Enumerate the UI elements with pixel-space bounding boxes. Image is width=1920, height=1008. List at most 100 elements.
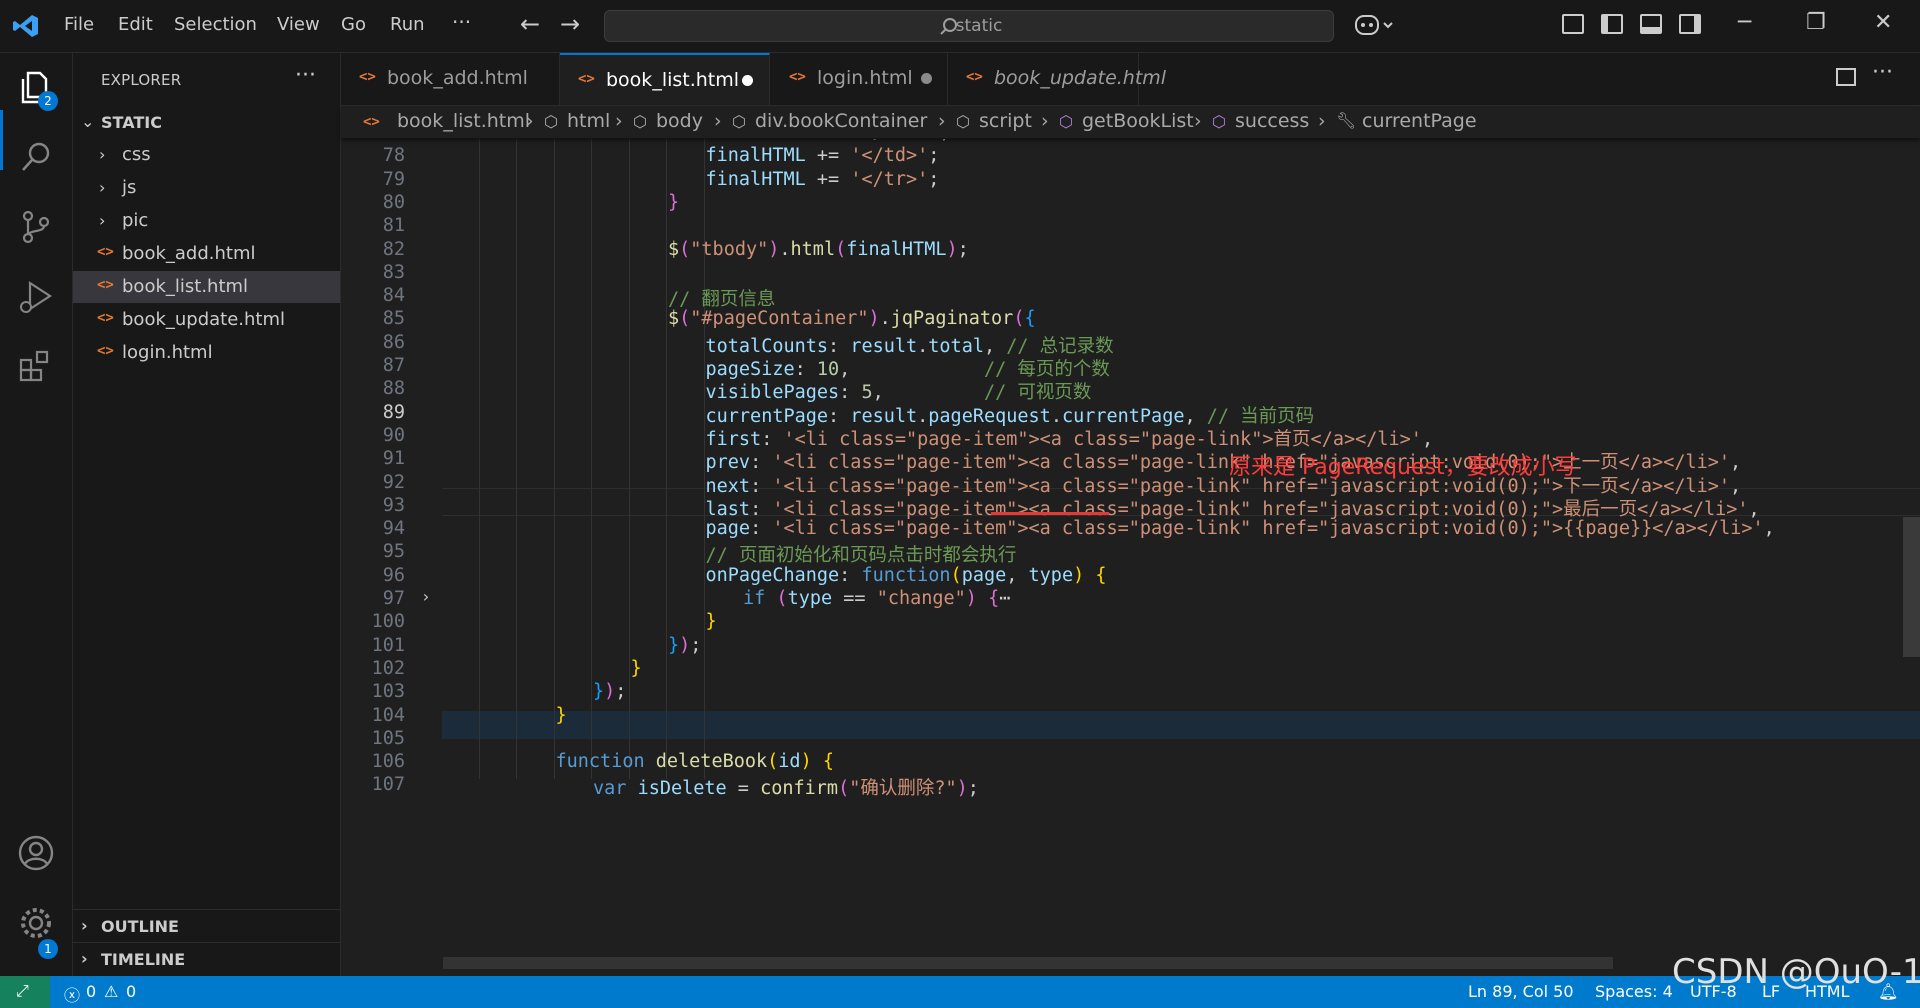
breadcrumb-item[interactable]: html xyxy=(567,110,610,132)
tree-item-label: js xyxy=(122,177,137,198)
annotation-underline xyxy=(991,512,1109,515)
code-text: var isDelete = confirm("确认删除?"); xyxy=(593,774,979,800)
tab-label: book_add.html xyxy=(387,67,528,89)
command-center-search[interactable]: static xyxy=(604,10,1334,42)
chevron-right-icon: › xyxy=(99,145,106,164)
breadcrumb-item[interactable]: getBookList xyxy=(1082,110,1194,132)
tab-book-add[interactable]: <> book_add.html xyxy=(341,53,560,105)
tree-item-label: login.html xyxy=(122,342,213,363)
menu-file[interactable]: File xyxy=(64,14,94,35)
code-token: } xyxy=(705,611,717,633)
tree-item-login[interactable]: <> login.html xyxy=(73,337,340,369)
line-number: 82 xyxy=(382,238,405,260)
menu-more-icon[interactable]: ··· xyxy=(452,10,471,34)
line-number: 100 xyxy=(371,611,405,633)
menu-selection[interactable]: Selection xyxy=(174,14,257,35)
tree-item-label: book_update.html xyxy=(122,309,286,330)
horizontal-scrollbar[interactable] xyxy=(443,957,1613,969)
explorer-more-icon[interactable]: ··· xyxy=(295,63,316,88)
error-count[interactable]: 0 xyxy=(86,982,96,1001)
tree-item-book-add[interactable]: <> book_add.html xyxy=(73,238,340,270)
toggle-secondary-sidebar-icon[interactable] xyxy=(1679,14,1701,34)
fold-chevron-icon[interactable]: › xyxy=(421,587,431,606)
gear-icon[interactable] xyxy=(16,903,56,943)
editor-more-icon[interactable]: ··· xyxy=(1872,60,1893,85)
line-number: 83 xyxy=(382,261,405,283)
code-token: ) xyxy=(965,588,977,609)
warning-count[interactable]: 0 xyxy=(126,982,136,1001)
customize-layout-icon[interactable] xyxy=(1562,14,1584,34)
toggle-panel-icon[interactable] xyxy=(1640,14,1662,34)
copilot-icon[interactable] xyxy=(1354,13,1396,39)
line-number: 101 xyxy=(371,634,405,656)
breadcrumb-item[interactable]: book_list.html xyxy=(397,110,530,132)
chevron-right-icon: › xyxy=(81,916,88,935)
code-token: { xyxy=(1024,308,1036,330)
unsaved-dot-icon[interactable] xyxy=(921,73,932,84)
wrench-icon: 🔧︎ xyxy=(1336,111,1357,130)
code-token: { xyxy=(988,588,1000,609)
tree-item-label: pic xyxy=(122,210,149,231)
tab-book-update[interactable]: <> book_update.html xyxy=(948,53,1166,105)
html-file-icon: <> xyxy=(578,71,595,87)
code-token: finalHTML xyxy=(846,238,947,260)
code-token: ) xyxy=(604,681,616,703)
tree-item-book-list[interactable]: <> book_list.html xyxy=(73,271,340,303)
code-token: ) xyxy=(868,308,880,330)
menu-go[interactable]: Go xyxy=(341,14,366,35)
tree-item-label: book_add.html xyxy=(122,243,256,264)
source-control-icon[interactable] xyxy=(16,207,56,247)
menu-view[interactable]: View xyxy=(277,14,320,35)
unsaved-dot-icon[interactable] xyxy=(742,75,753,86)
folder-label: STATIC xyxy=(101,113,162,132)
breadcrumb-item[interactable]: currentPage xyxy=(1362,110,1477,132)
cursor-position[interactable]: Ln 89, Col 50 xyxy=(1468,982,1574,1001)
restore-icon[interactable]: ❐ xyxy=(1806,10,1826,35)
menu-edit[interactable]: Edit xyxy=(118,14,153,35)
code-token: == xyxy=(832,588,877,609)
html-file-icon: <> xyxy=(97,277,114,293)
line-number: 91 xyxy=(382,448,405,470)
vertical-scrollbar[interactable] xyxy=(1903,517,1920,657)
breadcrumb-item[interactable]: script xyxy=(979,110,1032,132)
close-icon[interactable]: ✕ xyxy=(1874,10,1892,35)
tree-item-css[interactable]: › css xyxy=(73,139,340,171)
run-debug-icon[interactable] xyxy=(16,277,56,317)
extensions-icon[interactable] xyxy=(16,347,56,387)
accounts-icon[interactable] xyxy=(16,833,56,873)
outline-section[interactable]: › OUTLINE xyxy=(73,909,340,942)
remote-indicator[interactable]: ⤢ xyxy=(0,976,50,1008)
code-text: } xyxy=(631,658,642,679)
code-token: ⋯ xyxy=(999,588,1011,609)
breadcrumb-item[interactable]: success xyxy=(1235,110,1309,132)
minimize-icon[interactable]: ─ xyxy=(1738,10,1751,35)
code-token: page xyxy=(705,518,751,540)
breadcrumb-item[interactable]: body xyxy=(656,110,703,132)
tree-item-js[interactable]: › js xyxy=(73,172,340,204)
tree-item-book-update[interactable]: <> book_update.html xyxy=(73,304,340,336)
code-token: ( xyxy=(835,238,847,260)
menu-run[interactable]: Run xyxy=(390,14,425,35)
tree-item-pic[interactable]: › pic xyxy=(73,205,340,237)
code-token: . xyxy=(779,238,791,260)
breadcrumb-item[interactable]: div.bookContainer xyxy=(755,110,927,132)
tab-login[interactable]: <> login.html xyxy=(771,53,948,105)
tab-book-list[interactable]: <> book_list.html xyxy=(560,53,770,105)
code-token: "确认删除?" xyxy=(849,778,957,800)
code-token: "tbody" xyxy=(690,238,769,260)
line-number: 81 xyxy=(382,215,405,237)
toggle-primary-sidebar-icon[interactable] xyxy=(1601,14,1623,34)
back-arrow-icon[interactable]: ← xyxy=(520,10,540,38)
forward-arrow-icon[interactable]: → xyxy=(560,10,580,38)
code-text: finalHTML += '</tr>'; xyxy=(706,169,940,190)
search-icon[interactable] xyxy=(16,137,56,177)
code-editor[interactable]: 77finalHTML += '</div>';78finalHTML += '… xyxy=(341,139,1920,976)
folder-static[interactable]: ⌄ STATIC xyxy=(73,106,340,138)
code-line[interactable]: 107 var isDelete = confirm("确认删除?"); xyxy=(341,771,1920,800)
title-bar: File Edit Selection View Go Run ··· ← → … xyxy=(0,0,1920,53)
split-editor-icon[interactable] xyxy=(1836,68,1856,86)
indentation[interactable]: Spaces: 4 xyxy=(1595,982,1673,1001)
timeline-section[interactable]: › TIMELINE xyxy=(73,942,340,975)
